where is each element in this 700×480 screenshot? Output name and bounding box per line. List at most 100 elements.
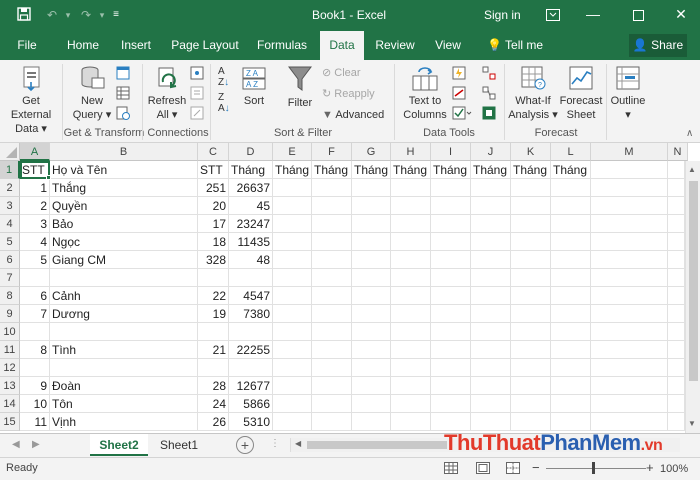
scroll-left-icon[interactable]: ◀ — [295, 439, 301, 448]
cell-n12[interactable] — [668, 359, 685, 377]
cell-f5[interactable] — [312, 233, 352, 251]
row-header-15[interactable]: 15 — [0, 413, 20, 431]
cell-m1[interactable] — [591, 161, 668, 179]
row-header-2[interactable]: 2 — [0, 179, 20, 197]
page-break-view-icon[interactable] — [506, 462, 520, 477]
row-header-8[interactable]: 8 — [0, 287, 20, 305]
cell-d13[interactable]: 12677 — [229, 377, 273, 395]
cell-m10[interactable] — [591, 323, 668, 341]
cell-d7[interactable] — [229, 269, 273, 287]
tab-home[interactable]: Home — [60, 31, 106, 60]
cell-a9[interactable]: 7 — [20, 305, 50, 323]
cell-g1[interactable]: Tháng — [352, 161, 391, 179]
sheet-tab-sheet1[interactable]: Sheet1 — [150, 434, 208, 456]
cell-h4[interactable] — [391, 215, 431, 233]
cell-g12[interactable] — [352, 359, 391, 377]
cell-j12[interactable] — [471, 359, 511, 377]
cell-a14[interactable]: 10 — [20, 395, 50, 413]
cell-g8[interactable] — [352, 287, 391, 305]
cell-l6[interactable] — [551, 251, 591, 269]
cell-g7[interactable] — [352, 269, 391, 287]
ribbon-display-options-icon[interactable] — [538, 0, 568, 31]
cell-m11[interactable] — [591, 341, 668, 359]
cell-a7[interactable] — [20, 269, 50, 287]
cell-l5[interactable] — [551, 233, 591, 251]
cell-m4[interactable] — [591, 215, 668, 233]
refresh-all-button[interactable]: Refresh All ▾ — [146, 64, 188, 122]
cell-k8[interactable] — [511, 287, 551, 305]
cell-c12[interactable] — [198, 359, 229, 377]
forecast-sheet-button[interactable]: Forecast Sheet — [558, 64, 604, 122]
cell-j15[interactable] — [471, 413, 511, 431]
cell-f2[interactable] — [312, 179, 352, 197]
sheet-tab-sheet2[interactable]: Sheet2 — [90, 434, 148, 456]
cell-b10[interactable] — [50, 323, 198, 341]
edit-links-icon[interactable] — [190, 106, 204, 123]
cell-m14[interactable] — [591, 395, 668, 413]
next-sheet-icon[interactable]: ▶ — [32, 439, 40, 450]
cell-h8[interactable] — [391, 287, 431, 305]
cell-d4[interactable]: 23247 — [229, 215, 273, 233]
cell-l13[interactable] — [551, 377, 591, 395]
tab-file[interactable]: File — [8, 31, 46, 60]
zoom-out-icon[interactable]: − — [532, 460, 540, 475]
cell-a15[interactable]: 11 — [20, 413, 50, 431]
sort-z-to-a-icon[interactable]: Z A↓ — [218, 92, 230, 114]
cell-b5[interactable]: Ngọc — [50, 233, 198, 251]
cell-d5[interactable]: 11435 — [229, 233, 273, 251]
cell-n5[interactable] — [668, 233, 685, 251]
cell-i14[interactable] — [431, 395, 471, 413]
cell-h6[interactable] — [391, 251, 431, 269]
page-layout-view-icon[interactable] — [476, 462, 490, 477]
column-header-k[interactable]: K — [511, 143, 551, 161]
cell-d11[interactable]: 22255 — [229, 341, 273, 359]
cell-j6[interactable] — [471, 251, 511, 269]
cell-f10[interactable] — [312, 323, 352, 341]
cell-h3[interactable] — [391, 197, 431, 215]
cell-j8[interactable] — [471, 287, 511, 305]
cell-e14[interactable] — [273, 395, 312, 413]
column-header-h[interactable]: H — [391, 143, 431, 161]
cell-c1[interactable]: STT — [198, 161, 229, 179]
column-header-b[interactable]: B — [50, 143, 198, 161]
cell-k2[interactable] — [511, 179, 551, 197]
connections-icon[interactable] — [190, 66, 204, 83]
cell-l7[interactable] — [551, 269, 591, 287]
cell-l10[interactable] — [551, 323, 591, 341]
column-header-j[interactable]: J — [471, 143, 511, 161]
customize-qat-icon[interactable]: ≡ — [108, 7, 124, 23]
cell-n14[interactable] — [668, 395, 685, 413]
cell-j1[interactable]: Tháng — [471, 161, 511, 179]
cell-j13[interactable] — [471, 377, 511, 395]
cell-n10[interactable] — [668, 323, 685, 341]
cell-g11[interactable] — [352, 341, 391, 359]
cell-c11[interactable]: 21 — [198, 341, 229, 359]
cell-f14[interactable] — [312, 395, 352, 413]
cell-m12[interactable] — [591, 359, 668, 377]
horizontal-scroll-thumb[interactable] — [307, 441, 447, 449]
scroll-down-icon[interactable]: ▼ — [688, 419, 696, 428]
cell-e15[interactable] — [273, 413, 312, 431]
cell-b1[interactable]: Họ và Tên — [50, 161, 198, 179]
cell-a11[interactable]: 8 — [20, 341, 50, 359]
cell-e3[interactable] — [273, 197, 312, 215]
cell-b6[interactable]: Giang CM — [50, 251, 198, 269]
cell-c14[interactable]: 24 — [198, 395, 229, 413]
cell-n2[interactable] — [668, 179, 685, 197]
cell-l15[interactable] — [551, 413, 591, 431]
cell-b9[interactable]: Dương — [50, 305, 198, 323]
cell-f4[interactable] — [312, 215, 352, 233]
prev-sheet-icon[interactable]: ◀ — [12, 439, 20, 450]
cell-i10[interactable] — [431, 323, 471, 341]
cell-d10[interactable] — [229, 323, 273, 341]
get-external-data-button[interactable]: Get External Data ▾ — [2, 64, 60, 136]
tab-view[interactable]: View — [428, 31, 468, 60]
row-header-14[interactable]: 14 — [0, 395, 20, 413]
cell-i15[interactable] — [431, 413, 471, 431]
cell-h9[interactable] — [391, 305, 431, 323]
tab-data[interactable]: Data — [320, 31, 364, 60]
cell-k1[interactable]: Tháng — [511, 161, 551, 179]
cell-n1[interactable] — [668, 161, 685, 179]
row-header-7[interactable]: 7 — [0, 269, 20, 287]
cell-n6[interactable] — [668, 251, 685, 269]
